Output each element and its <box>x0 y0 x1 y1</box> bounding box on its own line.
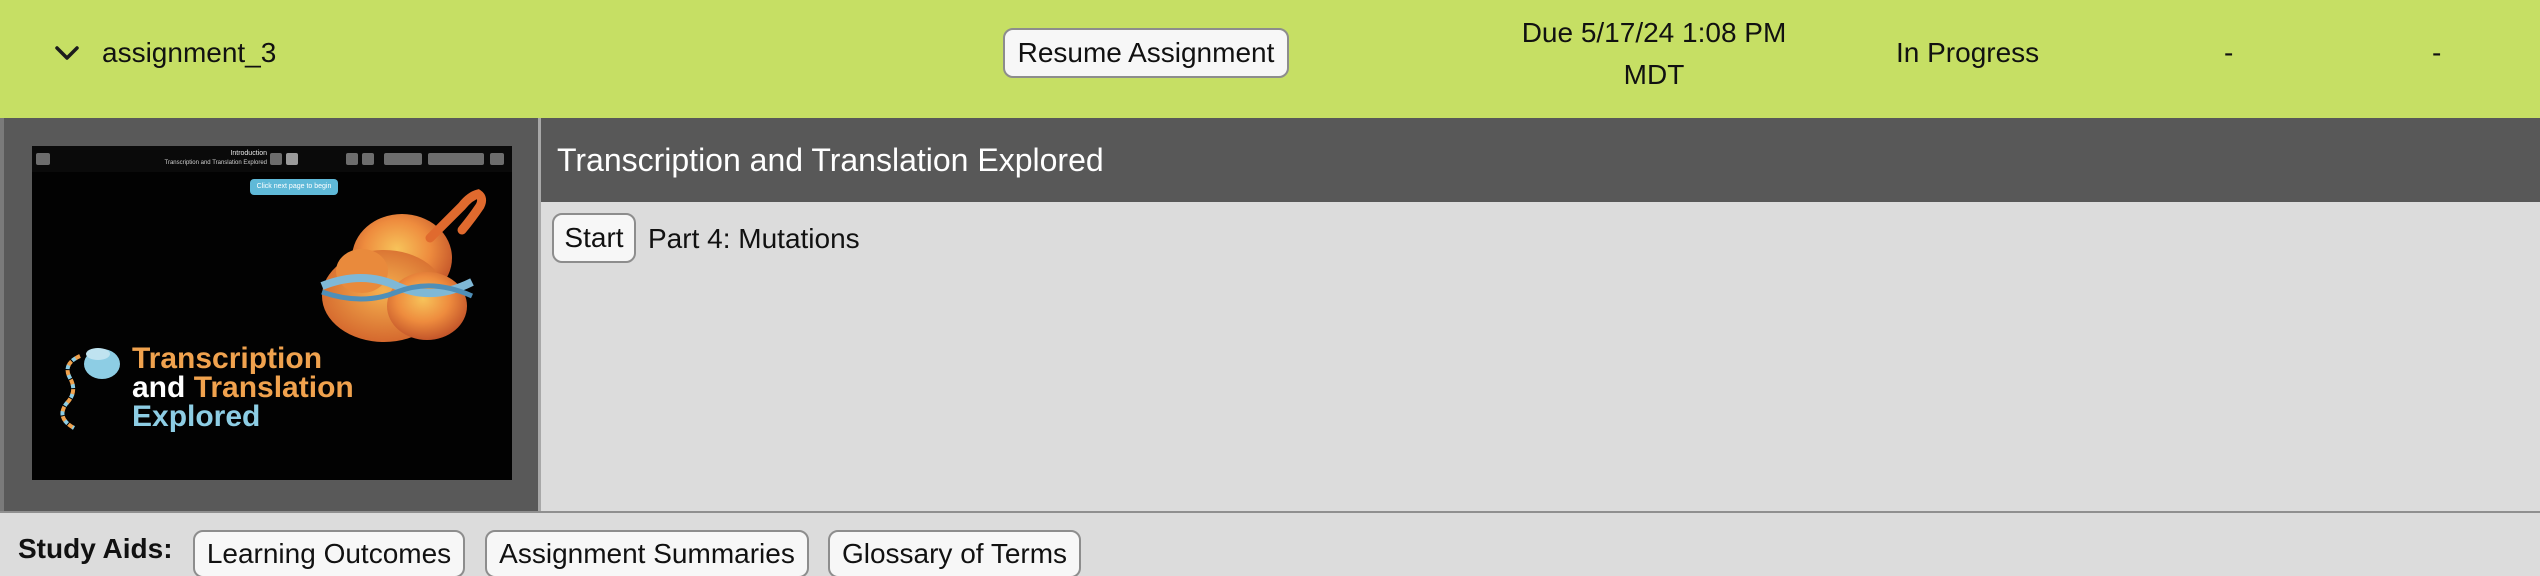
glossary-of-terms-button[interactable]: Glossary of Terms <box>828 530 1081 576</box>
module-content: Start Part 4: Mutations <box>541 202 2540 511</box>
score-placeholder: - <box>2224 37 2234 68</box>
due-timezone: MDT <box>1623 59 1685 90</box>
study-aids-bar: Study Aids: Learning Outcomes Assignment… <box>0 511 2540 576</box>
assignment-name: assignment_3 <box>102 37 277 68</box>
thumbnail-title: Transcription and Translation Explored <box>132 342 354 433</box>
start-button[interactable]: Start <box>552 213 636 263</box>
assignment-summaries-button[interactable]: Assignment Summaries <box>485 530 809 576</box>
resume-assignment-button[interactable]: Resume Assignment <box>1003 28 1289 78</box>
module-title: Transcription and Translation Explored <box>557 142 1104 178</box>
due-date-line: Due 5/17/24 1:08 PM <box>1521 17 1787 48</box>
chevron-down-icon[interactable] <box>52 40 82 66</box>
thumbnail-title-word3: Explored <box>132 400 261 433</box>
module-title-bar: Transcription and Translation Explored <box>541 118 2540 202</box>
learning-outcomes-button[interactable]: Learning Outcomes <box>193 530 465 576</box>
assignment-row: assignment_3 Resume Assignment Due 5/17/… <box>0 0 2540 118</box>
thumbnail-panel: Introduction Transcription and Translati… <box>4 118 538 511</box>
grade-placeholder: - <box>2432 37 2442 68</box>
part-label: Part 4: Mutations <box>648 223 860 254</box>
study-aids-label: Study Aids: <box>18 533 173 564</box>
due-date: Due 5/17/24 1:08 PM MDT <box>1460 12 1848 96</box>
status-text: In Progress <box>1896 37 2040 68</box>
thumbnail-title-word1: Transcription <box>132 342 323 375</box>
assignment-thumbnail[interactable]: Introduction Transcription and Translati… <box>32 146 512 480</box>
